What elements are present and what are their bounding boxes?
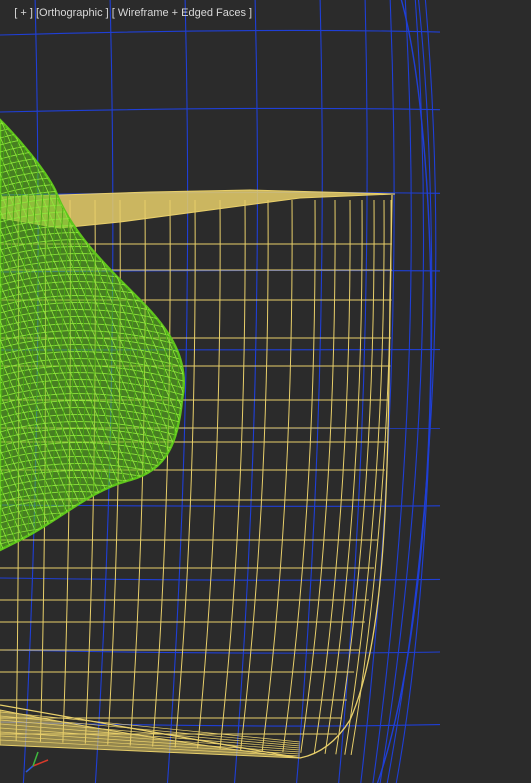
blue-silhouette: [376, 0, 432, 783]
blue-meridian-line: [338, 0, 368, 783]
yellow-rib: [174, 199, 196, 748]
yellow-rib: [219, 199, 246, 750]
viewport-shading-label[interactable]: [ Wireframe + Edged Faces ]: [109, 7, 252, 19]
blue-meridian-line: [296, 0, 323, 783]
yellow-rib: [261, 199, 293, 752]
yellow-rib: [324, 199, 363, 754]
yellow-rib: [344, 199, 385, 755]
blue-silhouette-inner: [395, 0, 433, 783]
blue-meridian-line: [379, 0, 425, 783]
yellow-rib: [300, 199, 336, 753]
yellow-rib: [197, 199, 221, 749]
viewport-menu-plus[interactable]: [ + ]: [14, 7, 36, 19]
blue-latitude-line: [0, 107, 441, 113]
blue-meridian-line: [233, 0, 258, 783]
scene-wireframe[interactable]: [0, 0, 531, 783]
viewport-label[interactable]: [ + ] [Orthographic ] [ Wireframe + Edge…: [2, 0, 252, 31]
view-axis-tripod-icon: [25, 751, 49, 773]
yellow-rib: [152, 199, 171, 747]
yellow-rib: [282, 199, 316, 753]
viewport-orthographic[interactable]: [ + ] [Orthographic ] [ Wireframe + Edge…: [0, 0, 531, 783]
green-blob-mesh[interactable]: [0, 100, 531, 568]
viewport-view-label[interactable]: [Orthographic ]: [36, 7, 109, 19]
blue-latitude-line: [0, 29, 441, 36]
yellow-rib: [313, 199, 351, 754]
blue-meridian-line: [372, 0, 412, 783]
